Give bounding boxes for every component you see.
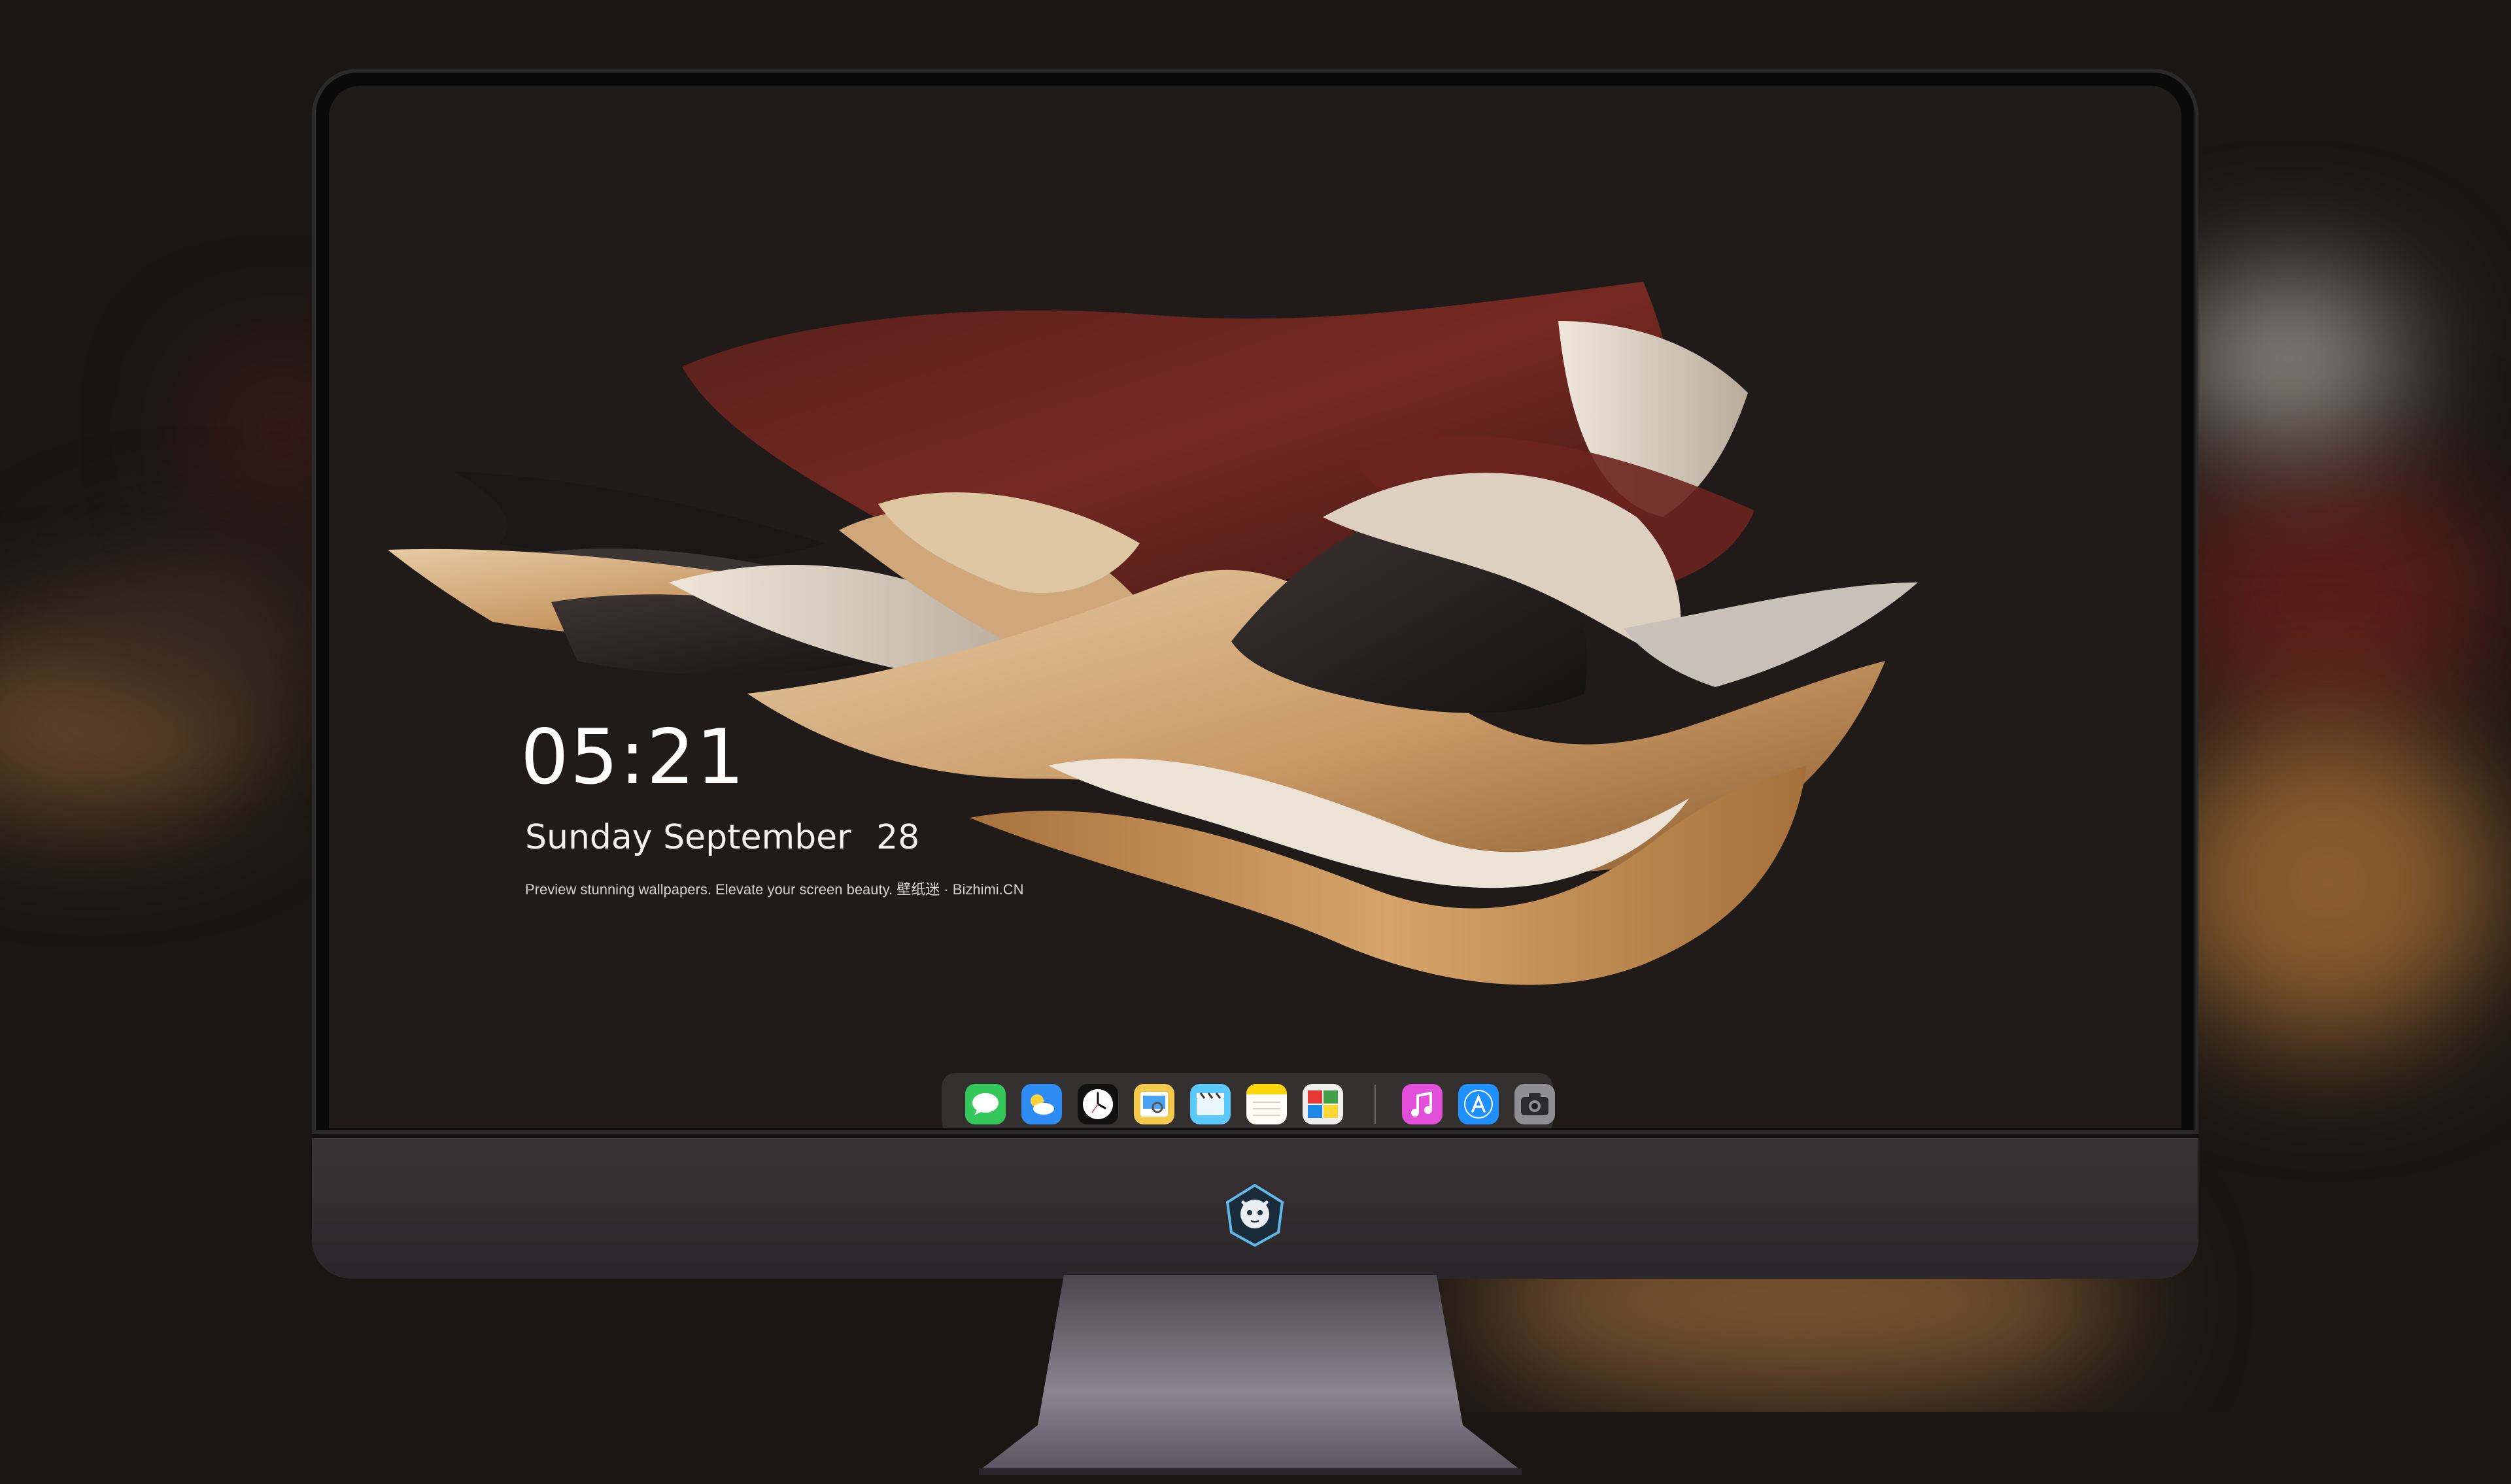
app-store-icon[interactable] xyxy=(1458,1084,1499,1124)
clock-icon[interactable] xyxy=(1078,1084,1118,1124)
wallpaper-caption: Preview stunning wallpapers. Elevate you… xyxy=(525,881,1024,898)
monitor-stand xyxy=(979,1275,1522,1475)
lock-screen-time: 05:21 xyxy=(521,713,746,801)
date-month: September xyxy=(663,818,851,857)
date-day: 28 xyxy=(876,818,920,857)
brand-logo-icon xyxy=(1225,1183,1284,1247)
notes-icon[interactable] xyxy=(1246,1084,1287,1124)
monitor-bezel: 05:21 Sunday September 28 Preview stunni… xyxy=(312,69,2198,1134)
wallpaper-fabric-art xyxy=(388,282,1918,985)
desktop-screen: 05:21 Sunday September 28 Preview stunni… xyxy=(329,86,2181,1128)
clips-icon[interactable] xyxy=(1190,1084,1231,1124)
photo-booth-icon[interactable] xyxy=(1303,1084,1343,1124)
lock-screen-date: Sunday September 28 xyxy=(525,818,919,857)
monitor-chin xyxy=(312,1134,2198,1279)
blur-blob xyxy=(2158,719,2498,1046)
blur-blob xyxy=(65,562,327,693)
camera-icon[interactable] xyxy=(1514,1084,1555,1124)
dock xyxy=(942,1073,1555,1128)
weather-icon[interactable] xyxy=(1021,1084,1062,1124)
blur-blob xyxy=(2158,458,2498,732)
messages-icon[interactable] xyxy=(965,1084,1006,1124)
music-icon[interactable] xyxy=(1402,1084,1443,1124)
preview-icon[interactable] xyxy=(1134,1084,1174,1124)
imac-monitor: 05:21 Sunday September 28 Preview stunni… xyxy=(312,69,2198,1475)
date-weekday: Sunday xyxy=(525,818,653,857)
dock-separator xyxy=(1375,1085,1376,1124)
blur-blob xyxy=(2171,275,2406,445)
